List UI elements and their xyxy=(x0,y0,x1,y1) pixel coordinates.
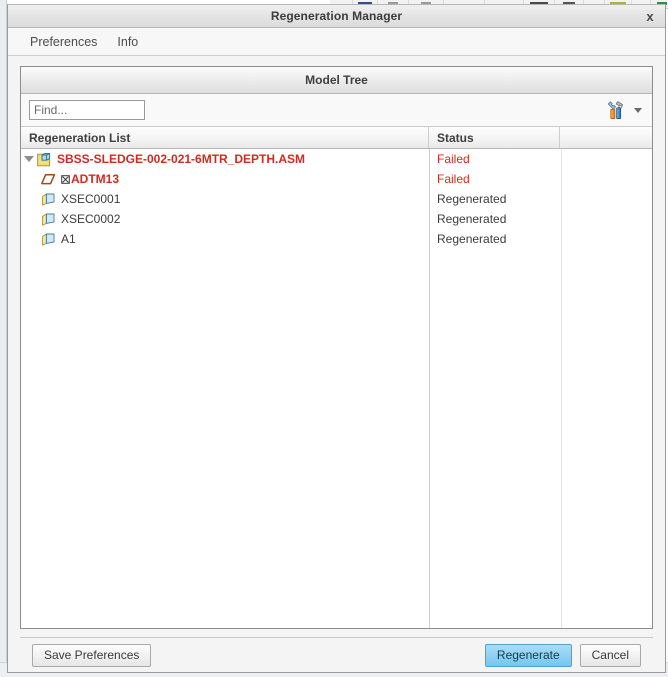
cancel-button[interactable]: Cancel xyxy=(579,643,641,667)
expand-collapse-toggle-icon[interactable] xyxy=(21,149,37,169)
save-preferences-button[interactable]: Save Preferences xyxy=(32,643,152,667)
tree-rows: SBSS-SLEDGE-002-021-6MTR_DEPTH.ASM Failed… xyxy=(21,149,652,249)
row-label: XSEC0002 xyxy=(61,212,121,226)
status-badge: Regenerated xyxy=(437,192,507,206)
status-badge: Failed xyxy=(437,172,470,186)
column-header-regeneration-list[interactable]: Regeneration List xyxy=(21,127,429,148)
find-toolbar xyxy=(21,94,652,127)
suppressed-marker-icon xyxy=(61,174,70,184)
table-row[interactable]: SBSS-SLEDGE-002-021-6MTR_DEPTH.ASM Failed xyxy=(21,149,652,169)
cross-section-icon xyxy=(42,213,55,226)
row-label-cell: SBSS-SLEDGE-002-021-6MTR_DEPTH.ASM xyxy=(21,149,429,169)
row-label: XSEC0001 xyxy=(61,192,121,206)
status-badge: Failed xyxy=(437,152,470,166)
column-header-status[interactable]: Status xyxy=(429,127,560,148)
model-tree-header: Model Tree xyxy=(21,67,652,94)
status-badge: Regenerated xyxy=(437,232,507,246)
menubar: Preferences Info xyxy=(8,28,665,56)
model-tree-title: Model Tree xyxy=(305,73,368,87)
table-header-row: Regeneration List Status xyxy=(21,127,652,149)
row-label: ADTM13 xyxy=(71,172,120,186)
column-header-extra[interactable] xyxy=(560,127,652,148)
regeneration-manager-dialog: Regeneration Manager x Preferences Info … xyxy=(7,4,666,673)
search-input[interactable] xyxy=(29,100,145,120)
cross-section-icon xyxy=(42,233,55,246)
chevron-down-icon xyxy=(24,156,34,162)
status-badge: Regenerated xyxy=(437,212,507,226)
table-row[interactable]: XSEC0001 Regenerated xyxy=(21,189,652,209)
row-label: A1 xyxy=(61,232,76,246)
background-left-edge xyxy=(0,0,7,677)
regenerate-button[interactable]: Regenerate xyxy=(484,643,572,667)
row-label: SBSS-SLEDGE-002-021-6MTR_DEPTH.ASM xyxy=(57,152,306,166)
assembly-icon xyxy=(37,152,51,166)
table-row[interactable]: ADTM13 Failed xyxy=(21,169,652,189)
close-icon[interactable]: x xyxy=(641,7,659,25)
table-row[interactable]: XSEC0002 Regenerated xyxy=(21,209,652,229)
row-label-cell: XSEC0001 xyxy=(21,189,429,209)
dialog-body: Model Tree Find... Regeneration List Sta… xyxy=(8,56,665,672)
table-row[interactable]: A1 Regenerated xyxy=(21,229,652,249)
cross-section-icon xyxy=(42,193,55,206)
menu-item-preferences[interactable]: Preferences xyxy=(20,32,107,52)
chevron-down-icon[interactable] xyxy=(634,107,642,113)
row-label-cell: A1 xyxy=(21,229,429,249)
tools-icon[interactable] xyxy=(605,99,627,121)
datum-plane-icon xyxy=(41,173,56,184)
model-tree-panel: Model Tree Find... Regeneration List Sta… xyxy=(20,66,653,629)
row-label-cell: XSEC0002 xyxy=(21,209,429,229)
dialog-title: Regeneration Manager xyxy=(270,9,403,23)
dialog-titlebar[interactable]: Regeneration Manager x xyxy=(8,5,665,28)
row-label-cell: ADTM13 xyxy=(21,169,429,189)
dialog-footer: Save Preferences Regenerate Cancel xyxy=(20,637,653,672)
menu-item-info[interactable]: Info xyxy=(107,32,148,52)
regeneration-list-body: SBSS-SLEDGE-002-021-6MTR_DEPTH.ASM Failed… xyxy=(21,149,652,628)
